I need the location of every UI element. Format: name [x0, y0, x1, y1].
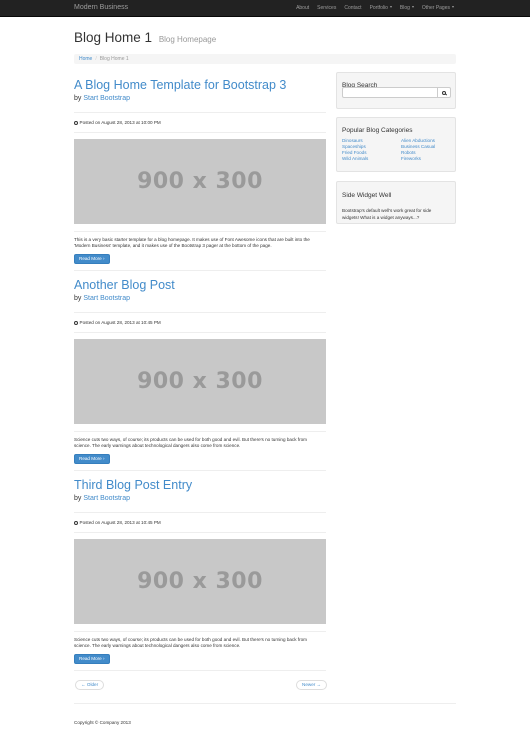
post-image[interactable]: 900 x 300	[74, 139, 326, 224]
author-link[interactable]: Start Bootstrap	[83, 495, 130, 502]
page-title-text: Blog Home 1	[74, 30, 153, 45]
categories-list-left: Dinosaurs Spaceships Fried Foods Wild An…	[342, 138, 368, 162]
post-excerpt: Science cuts two ways, of course; its pr…	[74, 637, 307, 648]
blog-post: A Blog Home Template for Bootstrap 3 by …	[74, 78, 326, 271]
nav-item-other-pages[interactable]: Other Pages	[418, 0, 458, 17]
side-widget-well: Side Widget Well Bootstrap's default wel…	[336, 181, 456, 224]
caret-down-icon	[389, 6, 392, 8]
post-date: Posted on August 28, 2013 at 10:00 PM	[74, 120, 161, 125]
divider	[74, 532, 326, 533]
post-excerpt: Science cuts two ways, of course; its pr…	[74, 437, 307, 448]
divider	[74, 631, 326, 632]
image-size-label: 900 x 300	[137, 369, 263, 394]
breadcrumb-separator: /	[95, 56, 97, 62]
divider	[74, 332, 326, 333]
caret-down-icon	[452, 6, 454, 8]
blog-post: Third Blog Post Entry by Start Bootstrap…	[74, 478, 326, 671]
post-image[interactable]: 900 x 300	[74, 339, 326, 424]
byline-prefix: by	[74, 95, 82, 102]
nav-item-services[interactable]: Services	[313, 0, 340, 17]
clock-icon	[74, 120, 78, 125]
page-title: Blog Home 1 Blog Homepage	[74, 30, 216, 48]
top-navbar: Modern Business About Services Contact P…	[0, 0, 530, 17]
post-title[interactable]: Third Blog Post Entry	[74, 478, 326, 493]
navbar-brand[interactable]: Modern Business	[74, 3, 128, 13]
search-button[interactable]	[437, 87, 451, 98]
navbar-menu: About Services Contact Portfolio Blog Ot…	[292, 0, 458, 17]
breadcrumb: Home / Blog Home 1	[74, 54, 456, 64]
post-excerpt: This is a very basic starter template fo…	[74, 237, 310, 248]
side-widget-title: Side Widget Well	[342, 192, 392, 199]
categories-well: Popular Blog Categories Dinosaurs Spaces…	[336, 117, 456, 172]
post-byline: by Start Bootstrap	[74, 94, 326, 103]
divider	[74, 670, 326, 671]
category-link[interactable]: Wild Animals	[342, 156, 368, 162]
divider	[74, 132, 326, 133]
blog-search-well: Blog Search	[336, 72, 456, 109]
post-title[interactable]: A Blog Home Template for Bootstrap 3	[74, 78, 326, 93]
divider	[74, 312, 326, 313]
author-link[interactable]: Start Bootstrap	[83, 295, 130, 302]
breadcrumb-current: Blog Home 1	[99, 56, 129, 62]
post-byline: by Start Bootstrap	[74, 494, 326, 503]
nav-item-blog[interactable]: Blog	[396, 0, 418, 17]
page-subtitle: Blog Homepage	[158, 35, 217, 44]
chevron-right-icon: ›	[103, 656, 105, 661]
byline-prefix: by	[74, 295, 82, 302]
chevron-right-icon: ›	[103, 456, 105, 461]
byline-prefix: by	[74, 495, 82, 502]
caret-down-icon	[411, 6, 414, 8]
post-date: Posted on August 28, 2013 at 10:45 PM	[74, 320, 161, 325]
divider	[74, 431, 326, 432]
clock-icon	[74, 320, 78, 325]
nav-item-portfolio[interactable]: Portfolio	[366, 0, 396, 17]
pager-older-button[interactable]: ← Older	[75, 680, 105, 690]
breadcrumb-home-link[interactable]: Home	[79, 56, 92, 62]
side-widget-text: Bootstrap's default well's work great fo…	[342, 208, 432, 220]
divider	[74, 512, 326, 513]
author-link[interactable]: Start Bootstrap	[83, 95, 130, 102]
categories-title: Popular Blog Categories	[342, 127, 413, 134]
image-size-label: 900 x 300	[137, 569, 263, 594]
nav-item-about[interactable]: About	[292, 0, 313, 17]
divider	[74, 470, 326, 471]
post-date: Posted on August 28, 2013 at 10:45 PM	[74, 520, 161, 525]
read-more-button[interactable]: Read More ›	[74, 654, 110, 664]
post-title[interactable]: Another Blog Post	[74, 278, 326, 293]
pager-newer-button[interactable]: Newer →	[296, 680, 328, 690]
divider	[74, 270, 326, 271]
categories-list-right: Alien Abductions Business Casual Robots …	[401, 138, 435, 162]
image-size-label: 900 x 300	[137, 169, 263, 194]
category-link[interactable]: Fireworks	[401, 156, 435, 162]
search-input[interactable]	[342, 87, 438, 98]
post-byline: by Start Bootstrap	[74, 294, 326, 303]
read-more-button[interactable]: Read More ›	[74, 454, 110, 464]
footer-divider	[74, 703, 456, 704]
divider	[74, 231, 326, 232]
nav-item-contact[interactable]: Contact	[340, 0, 365, 17]
blog-post: Another Blog Post by Start Bootstrap Pos…	[74, 278, 326, 471]
divider	[74, 112, 326, 113]
footer-copyright: Copyright © Company 2013	[74, 720, 131, 725]
read-more-button[interactable]: Read More ›	[74, 254, 110, 264]
clock-icon	[74, 520, 78, 525]
post-image[interactable]: 900 x 300	[74, 539, 326, 624]
chevron-right-icon: ›	[103, 256, 105, 261]
